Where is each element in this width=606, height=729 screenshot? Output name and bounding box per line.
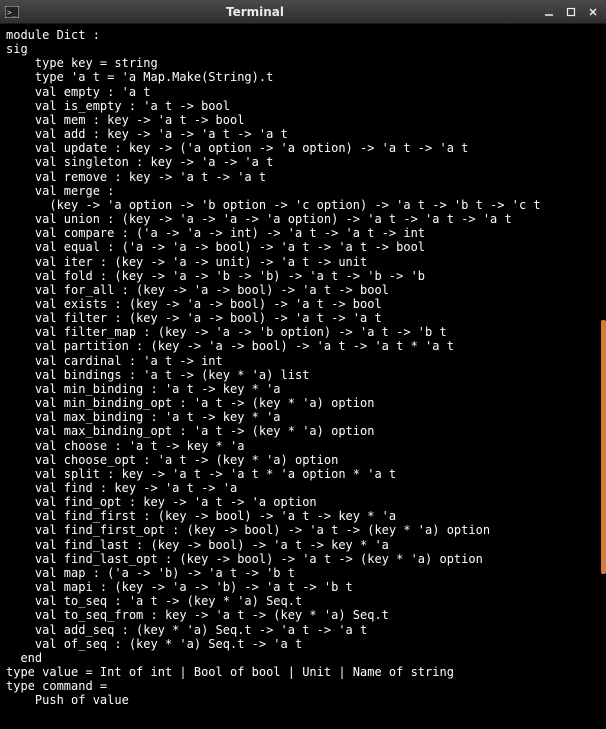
terminal-line: val add_seq : (key * 'a) Seq.t -> 'a t -… (6, 623, 606, 637)
terminal-line: type 'a t = 'a Map.Make(String).t (6, 70, 606, 84)
terminal-line: val iter : (key -> 'a -> unit) -> 'a t -… (6, 255, 606, 269)
scrollbar-thumb[interactable] (601, 320, 606, 574)
terminal-line: (key -> 'a option -> 'b option -> 'c opt… (6, 198, 606, 212)
terminal-line: val filter : (key -> 'a -> bool) -> 'a t… (6, 311, 606, 325)
terminal-line: val for_all : (key -> 'a -> bool) -> 'a … (6, 283, 606, 297)
terminal-line: Push of value (6, 693, 606, 707)
terminal-line: val empty : 'a t (6, 85, 606, 99)
terminal-line: val remove : key -> 'a t -> 'a t (6, 170, 606, 184)
terminal-line: val compare : ('a -> 'a -> int) -> 'a t … (6, 226, 606, 240)
terminal-line: val update : key -> ('a option -> 'a opt… (6, 141, 606, 155)
terminal-line: val to_seq : 'a t -> (key * 'a) Seq.t (6, 594, 606, 608)
terminal-line: val partition : (key -> 'a -> bool) -> '… (6, 339, 606, 353)
terminal-line: val find : key -> 'a t -> 'a (6, 481, 606, 495)
window-controls (540, 4, 602, 20)
terminal-line: val add : key -> 'a -> 'a t -> 'a t (6, 127, 606, 141)
terminal-line: val union : (key -> 'a -> 'a -> 'a optio… (6, 212, 606, 226)
terminal-line: val max_binding_opt : 'a t -> (key * 'a)… (6, 424, 606, 438)
terminal-line: val min_binding_opt : 'a t -> (key * 'a)… (6, 396, 606, 410)
terminal-line: type value = Int of int | Bool of bool |… (6, 665, 606, 679)
terminal-line: val cardinal : 'a t -> int (6, 354, 606, 368)
terminal-line: val split : key -> 'a t -> 'a t * 'a opt… (6, 467, 606, 481)
terminal-line: val find_opt : key -> 'a t -> 'a option (6, 495, 606, 509)
terminal-line: module Dict : (6, 28, 606, 42)
terminal-line: val of_seq : (key * 'a) Seq.t -> 'a t (6, 637, 606, 651)
terminal-line: val mem : key -> 'a t -> bool (6, 113, 606, 127)
terminal-line: val find_last : (key -> bool) -> 'a t ->… (6, 538, 606, 552)
terminal-line: sig (6, 42, 606, 56)
terminal-line: val filter_map : (key -> 'a -> 'b option… (6, 325, 606, 339)
window-title: Terminal (0, 5, 540, 19)
terminal-line: val fold : (key -> 'a -> 'b -> 'b) -> 'a… (6, 269, 606, 283)
terminal-viewport[interactable]: module Dict :sig type key = string type … (0, 24, 606, 729)
terminal-line: end (6, 651, 606, 665)
terminal-line: type key = string (6, 56, 606, 70)
maximize-button[interactable] (562, 4, 580, 20)
terminal-line: val find_first : (key -> bool) -> 'a t -… (6, 509, 606, 523)
terminal-line: val merge : (6, 184, 606, 198)
close-button[interactable] (584, 4, 602, 20)
terminal-line: val choose : 'a t -> key * 'a (6, 439, 606, 453)
terminal-line: val exists : (key -> 'a -> bool) -> 'a t… (6, 297, 606, 311)
scrollbar-track[interactable] (600, 24, 606, 729)
terminal-line: val min_binding : 'a t -> key * 'a (6, 382, 606, 396)
terminal-line: val choose_opt : 'a t -> (key * 'a) opti… (6, 453, 606, 467)
minimize-button[interactable] (540, 4, 558, 20)
terminal-line: val mapi : (key -> 'a -> 'b) -> 'a t -> … (6, 580, 606, 594)
terminal-line: val to_seq_from : key -> 'a t -> (key * … (6, 608, 606, 622)
terminal-line: val singleton : key -> 'a -> 'a t (6, 155, 606, 169)
window-titlebar: >_ Terminal (0, 0, 606, 24)
terminal-line: val is_empty : 'a t -> bool (6, 99, 606, 113)
terminal-line: val find_first_opt : (key -> bool) -> 'a… (6, 523, 606, 537)
terminal-line: val bindings : 'a t -> (key * 'a) list (6, 368, 606, 382)
terminal-line: val find_last_opt : (key -> bool) -> 'a … (6, 552, 606, 566)
terminal-line: val max_binding : 'a t -> key * 'a (6, 410, 606, 424)
terminal-line: type command = (6, 679, 606, 693)
terminal-line: val map : ('a -> 'b) -> 'a t -> 'b t (6, 566, 606, 580)
terminal-line: val equal : ('a -> 'a -> bool) -> 'a t -… (6, 240, 606, 254)
